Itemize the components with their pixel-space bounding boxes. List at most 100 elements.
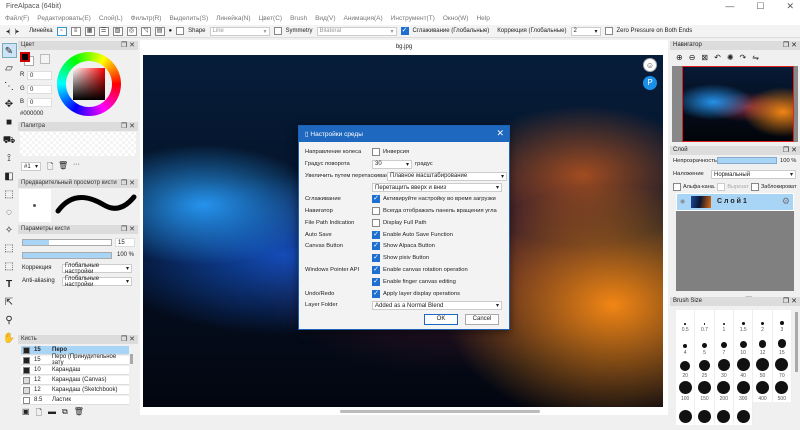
zoom-out-icon[interactable]: ⊖ [689,53,696,62]
primary-color-swatch[interactable] [20,52,30,62]
brush-size-slider[interactable] [22,239,112,246]
shape-checkbox[interactable] [176,27,185,35]
redo-icon[interactable]: |▸ [15,28,20,35]
brush-size-option[interactable]: 1.5 [734,310,754,333]
alpha-checkbox[interactable] [673,183,681,191]
menu-item[interactable]: Help [476,15,489,23]
menu-item[interactable]: Окно(W) [443,15,469,23]
menu-item[interactable]: Выделить(S) [169,15,208,23]
select-pen-tool-icon[interactable]: ⬚ [2,241,17,256]
brush-size-option[interactable]: 70 [772,356,792,379]
setting-checkbox[interactable] [372,218,380,227]
ruler-cross-icon[interactable]: ▦ [84,26,95,36]
brush-item[interactable]: 12 Карандаш (Canvas) [21,376,129,385]
zero-pressure-checkbox[interactable] [604,27,613,35]
dialog-close-icon[interactable]: ✕ [496,128,504,139]
brush-size-option[interactable]: 1 [714,310,734,333]
minimize-button[interactable]: — [725,1,734,12]
brush-item[interactable]: 8.5 Ластик [21,396,129,405]
brush-size-option[interactable]: 2 [753,310,773,333]
hand-tool-icon[interactable]: ✋ [2,331,17,346]
panel-close-icon[interactable]: ❐ ✕ [121,122,135,130]
smoothing-checkbox[interactable]: ✓ [400,27,409,35]
brush-size-scrollbar[interactable] [795,312,798,372]
layer-opacity-slider[interactable] [717,157,777,164]
operation-tool-icon[interactable]: ⇱ [2,295,17,310]
setting-checkbox[interactable]: ✓ [372,254,380,263]
pixiv-button-icon[interactable]: P [643,76,657,90]
close-button[interactable]: ✕ [786,1,794,12]
correction-select[interactable]: 2 ▾ [570,26,601,36]
navigator-preview[interactable] [682,66,794,142]
layer-settings-icon[interactable]: ⚙ [782,196,790,207]
menu-item[interactable]: Слой(L) [99,15,123,23]
anti-aliasing-select[interactable]: Глобальные настройки ▾ [62,276,132,288]
brush-size-option[interactable]: 0.5 [676,310,696,333]
brush-size-option[interactable] [676,402,696,425]
hue-wheel[interactable] [57,52,121,116]
brush-item[interactable]: 15 Перо (Принудительное зату [21,354,129,366]
magic-wand-tool-icon[interactable]: ✧ [2,223,17,238]
reset-rotation-icon[interactable]: ✺ [727,53,734,62]
transparent-color-swatch[interactable] [40,54,50,64]
ruler-concentric-icon[interactable]: ◎ [126,26,137,36]
horizontal-scrollbar[interactable] [340,410,540,413]
setting-checkbox[interactable]: ✓ [372,195,380,204]
undo-icon[interactable]: ◂| [6,28,11,35]
brush-size-option[interactable]: 15 [772,333,792,356]
rotate-left-icon[interactable]: ↶ [714,53,721,62]
symmetry-select[interactable]: Bilateral ▾ [316,26,397,36]
duplicate-brush-icon[interactable]: ⧉ [62,407,68,421]
ruler-curve-icon[interactable]: ◹ [140,26,151,36]
flip-icon[interactable]: ⇋ [752,53,759,62]
brush-size-option[interactable] [695,402,715,425]
menu-item[interactable]: Файл(F) [5,15,29,23]
fill-tool-icon[interactable]: ⟟ [2,151,17,166]
brush-size-option[interactable]: 100 [676,379,696,402]
panel-close-icon[interactable]: ❐ ✕ [783,41,797,49]
ruler-ellipse-icon[interactable]: ☰ [98,26,109,36]
ruler-perspective-icon[interactable]: ▤ [154,26,165,36]
fit-icon[interactable]: ⊠ [701,53,708,62]
brush-size-option[interactable]: 12 [753,333,773,356]
brush-settings-icon[interactable]: ▣ [22,407,30,421]
brush-size-option[interactable]: 50 [753,356,773,379]
maximize-button[interactable]: ☐ [756,1,764,12]
setting-checkbox[interactable]: ✓ [372,242,380,251]
ruler-parallel-icon[interactable]: ≡ [70,26,81,36]
saturation-value-square[interactable] [73,68,105,100]
pen-tool-icon[interactable]: ✎ [1,43,17,58]
layer-item[interactable]: ◉ Слой1 ⚙ [676,193,794,211]
brush-size-option[interactable]: 300 [734,379,754,402]
menu-item[interactable]: Анимация(A) [344,15,383,23]
brush-size-option[interactable]: 0.7 [695,310,715,333]
visibility-icon[interactable]: ◉ [680,198,685,205]
palette-menu-icon[interactable]: ··· [73,161,80,168]
select-eraser-tool-icon[interactable]: ⬚ [2,259,17,274]
setting-checkbox[interactable]: ✓ [372,277,380,286]
eraser-tool-icon[interactable]: ▱ [2,61,17,76]
brush-size-input[interactable]: 15 [115,238,135,247]
alpaca-button-icon[interactable]: ☺ [643,58,657,72]
brush-size-option[interactable]: 400 [753,379,773,402]
ruler-dot-icon[interactable]: ● [169,28,173,34]
setting-select[interactable]: Added as a Normal Blend ▾ [372,301,502,311]
brush-size-option[interactable]: 5 [695,333,715,356]
fill-rect-tool-icon[interactable]: ■ [2,115,17,130]
setting-checkbox[interactable]: ✓ [372,289,380,298]
menu-item[interactable]: Вид(V) [315,15,335,23]
r-input[interactable]: 0 [27,71,52,80]
zoom-in-icon[interactable]: ⊕ [676,53,683,62]
brush-item[interactable]: 12 Карандаш (Sketchbook) [21,386,129,395]
delete-brush-icon[interactable]: 🗑 [74,407,84,421]
lock-checkbox[interactable] [750,183,759,191]
menu-item[interactable]: Цвет(C) [258,15,282,23]
brush-list-scrollbar[interactable] [130,354,133,364]
new-palette-icon[interactable]: 🗋 [47,161,53,175]
delete-palette-icon[interactable]: 🗑 [58,161,68,170]
b-input[interactable]: 0 [27,98,52,107]
dot-tool-icon[interactable]: ⋱ [2,79,17,94]
panel-close-icon[interactable]: ❐ ✕ [121,179,135,187]
select-tool-icon[interactable]: ⬚ [2,187,17,202]
rotation-degree-select[interactable]: 30 ▾ [372,159,412,169]
